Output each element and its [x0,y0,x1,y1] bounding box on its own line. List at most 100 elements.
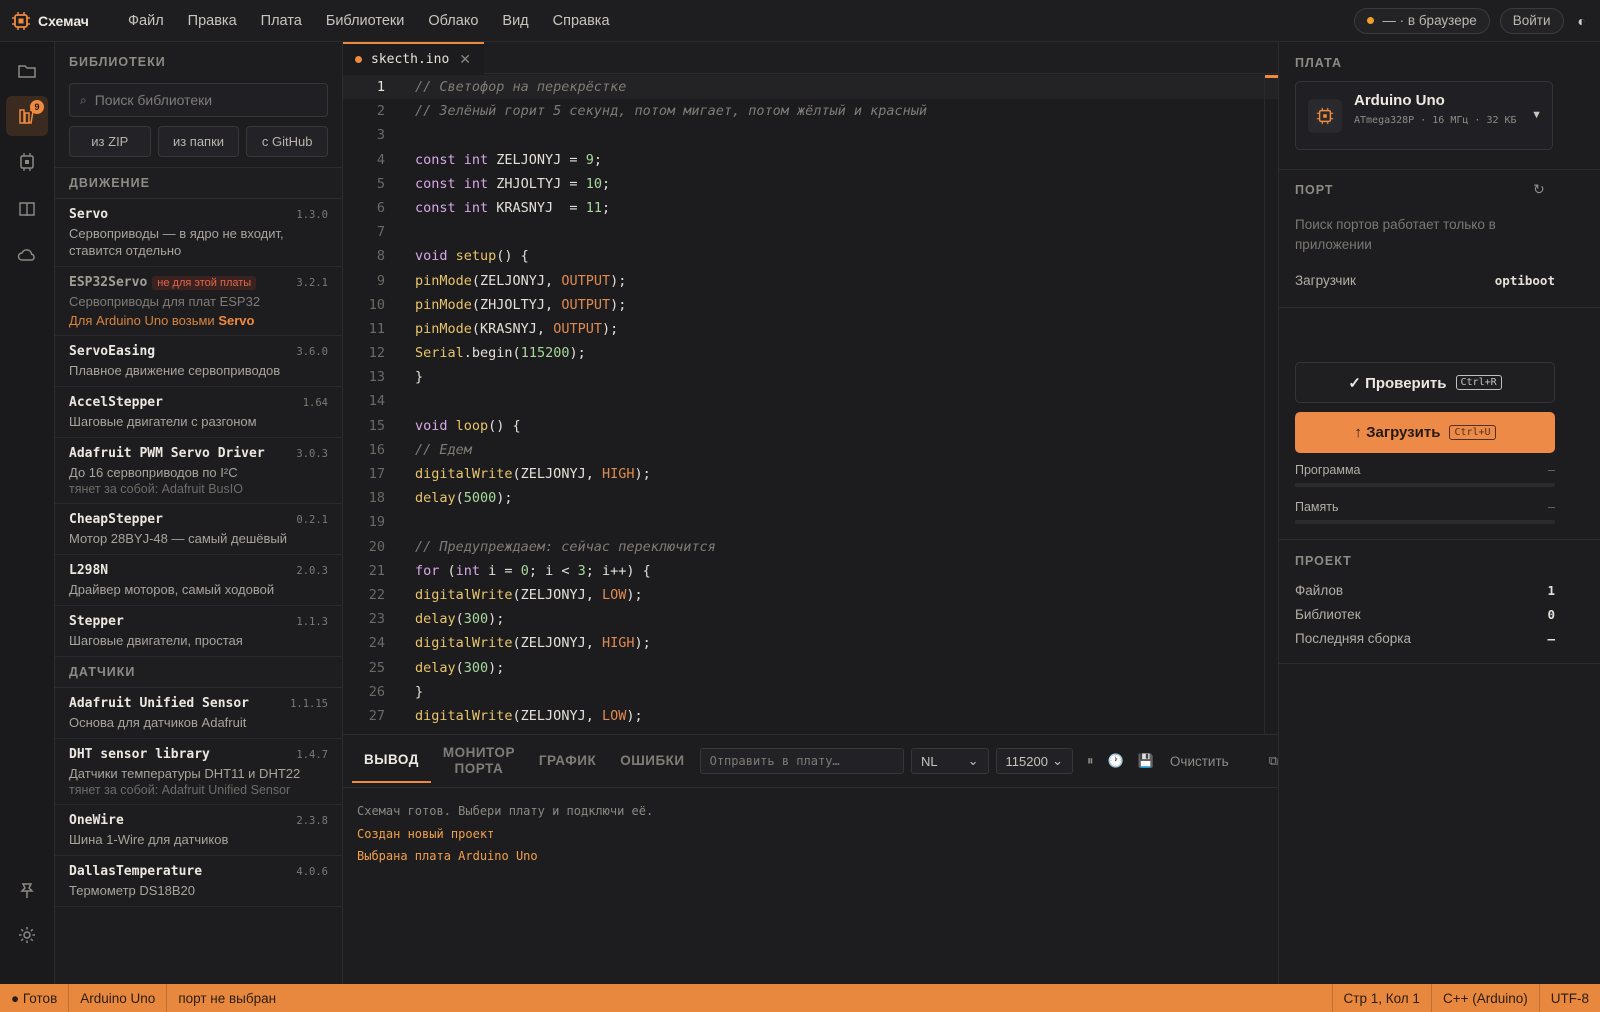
code-line[interactable]: 18 delay(5000); [343,486,1278,510]
add-from-folder-button[interactable]: из папки [157,126,240,157]
suggested-library-link[interactable]: Servo [218,313,254,328]
close-icon[interactable]: ✕ [459,51,471,68]
verify-button[interactable]: ✓ Проверить Ctrl+R [1295,362,1555,403]
code-line[interactable]: 12 Serial.begin(115200); [343,341,1278,365]
status-board[interactable]: Arduino Uno [69,984,168,1012]
tab-output[interactable]: ВЫВОД [352,739,431,783]
code-line[interactable]: 10 pinMode(ZHJOLTYJ, OUTPUT); [343,293,1278,317]
code-line[interactable]: 25 delay(300); [343,656,1278,680]
refresh-icon[interactable]: ↻ [1533,181,1545,198]
code-line[interactable]: 27 digitalWrite(ZELJONYJ, LOW); [343,704,1278,728]
library-item[interactable]: ServoEasing 3.6.0 Плавное движение сервопр… [55,336,342,387]
tab-plotter[interactable]: ГРАФИК [527,735,608,788]
library-item[interactable]: L298N 2.0.3 Драйвер моторов, самый ходовой [55,555,342,606]
code-line[interactable]: 16 // Едем [343,438,1278,462]
code-token: ; [593,151,602,168]
code-line[interactable]: 13} [343,365,1278,389]
code-token: delay [415,611,456,628]
pause-icon[interactable]: ⏸ [1087,753,1094,769]
library-search-placeholder: Поиск библиотеки [94,92,213,108]
code-line[interactable]: 1 // Светофор на перекрёстке [343,75,1278,100]
code-line[interactable]: 14 [343,389,1278,413]
code-line[interactable]: 20 // Предупреждаем: сейчас переключится [343,535,1278,559]
menu-edit[interactable]: Правка [176,13,249,29]
library-item[interactable]: OneWire 2.3.8 Шина 1-Wire для датчиков [55,805,342,856]
upload-button[interactable]: ↑ Загрузить Ctrl+U [1295,412,1555,453]
menu-libraries[interactable]: Библиотеки [314,13,417,29]
library-search-input[interactable]: ⌕ Поиск библиотеки [69,83,328,117]
code-line[interactable]: 6 const int KRASNYJ = 11; [343,196,1278,220]
code-line[interactable]: 24 digitalWrite(ZELJONYJ, HIGH); [343,631,1278,655]
library-item[interactable]: DallasTemperature 4.0.6 Термометр DS18B20 [55,856,342,907]
code-line[interactable]: 9 pinMode(ZELJONYJ, OUTPUT); [343,269,1278,293]
activity-settings[interactable] [6,915,48,955]
library-name: CheapStepper [69,512,163,527]
code-line[interactable]: 22 digitalWrite(ZELJONYJ, LOW); [343,583,1278,607]
clock-icon[interactable]: 🕐 [1108,753,1124,769]
code-line[interactable]: 21 for (int i = 0; i < 3; i++) { [343,559,1278,583]
status-port[interactable]: порт не выбран [167,984,287,1012]
code-line[interactable]: 26} [343,680,1278,704]
code-line[interactable]: 19 [343,510,1278,534]
library-item[interactable]: DHT sensor library 1.4.7 Датчики температу… [55,739,342,805]
mode-pill[interactable]: — · в браузере [1354,7,1490,34]
save-icon[interactable]: 💾 [1138,753,1154,769]
editor-scrollbar[interactable] [1264,75,1279,734]
code-line[interactable]: 8 void setup() { [343,244,1278,268]
menu-help[interactable]: Справка [541,13,622,29]
code-line[interactable]: 15 void loop() { [343,414,1278,438]
menu-file[interactable]: Файл [116,13,176,29]
menu-board[interactable]: Плата [249,13,314,29]
library-category-header[interactable]: ДАТЧИКИ [55,657,342,688]
add-from-zip-button[interactable]: из ZIP [69,126,151,157]
tab-errors[interactable]: ОШИБКИ [608,735,696,788]
login-button[interactable]: Войти [1499,7,1564,34]
baud-select[interactable]: 115200 ⌄ [995,748,1074,774]
code-line[interactable]: 5 const int ZHJOLTYJ = 10; [343,172,1278,196]
search-icon: ⌕ [80,92,87,107]
library-item[interactable]: Adafruit PWM Servo Driver 3.0.3 До 16 серв… [55,438,342,504]
app-logo[interactable]: Схемач [0,11,116,31]
board-selector[interactable]: Arduino Uno ATmega328P · 16 МГц · 32 КБ … [1295,81,1553,150]
menu-cloud[interactable]: Облако [416,13,490,29]
library-item[interactable]: ESP32Servo не для этой платы 3.2.1 Сервопри… [55,267,342,336]
activity-pin[interactable] [6,870,48,910]
library-item[interactable]: CheapStepper 0.2.1 Мотор 28BYJ-48 — самый … [55,504,342,555]
library-category-header[interactable]: ДВИЖЕНИЕ [55,168,342,199]
code-line[interactable]: 11 pinMode(KRASNYJ, OUTPUT); [343,317,1278,341]
status-cursor[interactable]: Стр 1, Кол 1 [1331,984,1431,1012]
tab-serial-monitor[interactable]: МОНИТОР ПОРТА [431,735,527,788]
activity-libraries[interactable]: 9 [6,96,48,136]
copy-icon[interactable]: ⧉ [1269,753,1278,769]
tab-sketch[interactable]: skecth.ino ✕ [343,42,484,74]
folder-icon [18,65,36,78]
line-number: 25 [368,659,385,676]
library-item[interactable]: AccelStepper 1.64 Шаговые двигатели с разг… [55,387,342,438]
code-line[interactable]: 17 digitalWrite(ZELJONYJ, HIGH); [343,462,1278,486]
code-token: (ZELJONYJ, [512,586,602,603]
last-build-row: Последняя сборка – [1295,631,1555,646]
add-from-github-button[interactable]: с GitHub [246,126,329,157]
status-encoding[interactable]: UTF-8 [1538,984,1600,1012]
status-language[interactable]: C++ (Arduino) [1430,984,1539,1012]
code-line[interactable]: 4 const int ZELJONYJ = 9; [343,148,1278,172]
theme-toggle-icon[interactable]: ◐ [1578,13,1586,29]
library-item[interactable]: Stepper 1.1.3 Шаговые двигатели, простая [55,606,342,657]
activity-cloud[interactable] [6,235,48,275]
code-area[interactable]: 1 // Светофор на перекрёстке 2 // Зелёный г… [343,75,1278,734]
serial-send-input[interactable]: Отправить в плату… [699,748,904,774]
activity-docs[interactable] [6,189,48,229]
activity-board[interactable] [6,142,48,182]
library-item[interactable]: Servo 1.3.0 Сервоприводы — в ядро не входи… [55,199,342,267]
library-name: OneWire [69,813,124,828]
code-line[interactable]: 23 delay(300); [343,607,1278,631]
clear-button[interactable]: Очистить [1170,754,1229,769]
library-item[interactable]: Adafruit Unified Sensor 1.1.15 Основа для … [55,688,342,739]
code-line[interactable]: 2 // Зелёный горит 5 секунд, потом мигает… [343,99,1278,123]
code-line[interactable]: 3 [343,123,1278,147]
code-line[interactable]: 7 [343,220,1278,244]
activity-files[interactable] [6,51,48,91]
menu-view[interactable]: Вид [490,13,540,29]
line-ending-select[interactable]: NL ⌄ [911,748,989,774]
library-list: ДВИЖЕНИЕ Servo 1.3.0 Сервоприводы — в ядро … [55,168,342,907]
